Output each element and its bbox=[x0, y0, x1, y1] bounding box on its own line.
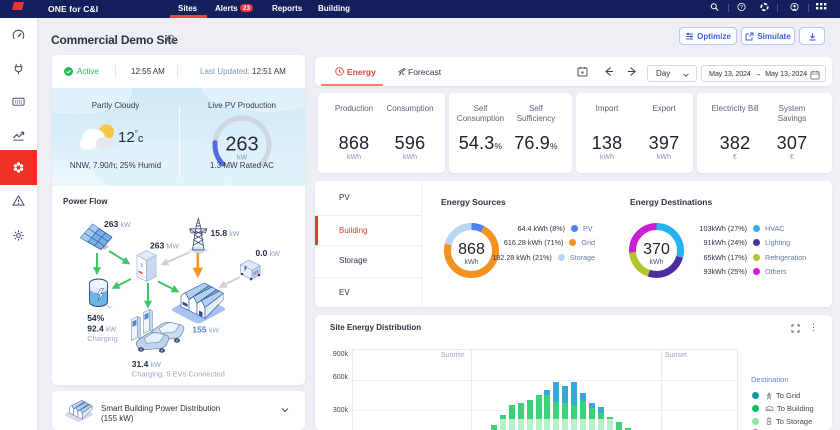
svg-text:92.4 kW: 92.4 kW bbox=[87, 324, 116, 334]
svg-text:263: 263 bbox=[225, 134, 258, 156]
svg-text:Charging: Charging bbox=[87, 334, 117, 343]
svg-text:kWh: kWh bbox=[649, 259, 663, 266]
svg-text:868: 868 bbox=[458, 241, 485, 258]
svg-text:15.8 kW: 15.8 kW bbox=[211, 228, 240, 238]
svg-text:0.0 kW: 0.0 kW bbox=[256, 248, 281, 258]
svg-text:Charging, 5 EVs Connected: Charging, 5 EVs Connected bbox=[132, 370, 225, 379]
svg-text:263 kW: 263 kW bbox=[104, 219, 131, 229]
svg-text:kWh: kWh bbox=[464, 259, 478, 266]
svg-text:263 MW: 263 MW bbox=[150, 241, 179, 251]
svg-text:155 kW: 155 kW bbox=[192, 325, 219, 335]
svg-text:370: 370 bbox=[643, 241, 670, 258]
svg-text:54%: 54% bbox=[87, 313, 104, 323]
svg-text:?: ? bbox=[740, 5, 743, 11]
svg-text:31.4 kW: 31.4 kW bbox=[132, 359, 161, 369]
